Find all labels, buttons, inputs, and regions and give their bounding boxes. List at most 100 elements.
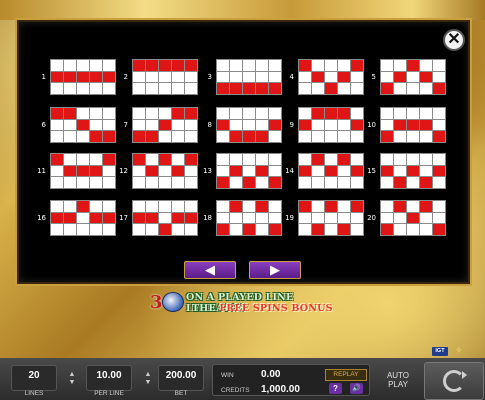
payline-cell <box>269 131 281 142</box>
payline-cell-active <box>159 224 171 235</box>
payline-diagram <box>216 200 282 236</box>
payline-cell-active <box>312 154 324 165</box>
payline-cell <box>256 177 268 188</box>
prev-page-button[interactable]: ◀ <box>184 261 236 279</box>
payline-cell <box>394 165 406 177</box>
payline-cell <box>133 108 145 119</box>
payline-cell <box>90 154 102 165</box>
payline-cell <box>77 224 89 235</box>
payline-cell-active <box>90 131 102 142</box>
payline-cell <box>433 201 445 212</box>
close-button[interactable]: ✕ <box>443 29 465 51</box>
per-line-display: 10.00 <box>86 365 132 391</box>
lines-stepper[interactable]: ▲ ▼ <box>67 371 77 389</box>
payline-cell <box>256 108 268 119</box>
speaker-icon[interactable]: ✧ <box>455 345 469 356</box>
payline-cell <box>51 165 63 177</box>
bonus-text-line2: THE FREE SPINS BONUS <box>192 303 333 314</box>
payline-cell-active <box>146 131 158 142</box>
payline-cell <box>77 154 89 165</box>
payline-cell <box>325 154 337 165</box>
payline-cell <box>381 108 393 119</box>
payline-cell-active <box>230 131 242 142</box>
payline-cell <box>394 224 406 235</box>
payline-cell <box>185 71 197 83</box>
payline-cell <box>312 119 324 131</box>
payline-cell <box>325 131 337 142</box>
payline-cell-active <box>51 71 63 83</box>
payline-cell-active <box>351 60 363 71</box>
payline-cell <box>338 60 350 71</box>
payline-number: 13 <box>203 167 212 175</box>
payline-cell <box>77 108 89 119</box>
payline-cell <box>269 154 281 165</box>
payline-cell <box>312 131 324 142</box>
payline-diagram <box>380 107 446 143</box>
payline-cell <box>133 71 145 83</box>
payline-cell-active <box>64 165 76 177</box>
payline-cell <box>159 71 171 83</box>
payline-cell <box>407 131 419 142</box>
payline-cell-active <box>325 83 337 94</box>
payline-diagram <box>216 153 282 189</box>
payline-number: 5 <box>371 73 376 81</box>
payline-cell <box>146 71 158 83</box>
autoplay-button[interactable]: AUTO PLAY <box>376 364 420 396</box>
chevron-up-icon[interactable]: ▲ <box>67 371 77 379</box>
payline-cell <box>217 71 229 83</box>
payline-cell <box>230 212 242 224</box>
payline-cell-active <box>325 165 337 177</box>
bonus-banner: 3 ON A PLAYED LINE INITIATES THE FREE SP… <box>150 290 340 316</box>
per-line-stepper[interactable]: ▲ ▼ <box>143 371 153 389</box>
payline-cell <box>338 131 350 142</box>
payline-cell <box>217 108 229 119</box>
payline-cell <box>77 60 89 71</box>
payline-cell <box>325 177 337 188</box>
payline-number: 9 <box>289 121 294 129</box>
chevron-down-icon[interactable]: ▼ <box>67 379 77 387</box>
payline-cell <box>351 108 363 119</box>
payline-cell <box>243 108 255 119</box>
chevron-down-icon[interactable]: ▼ <box>143 379 153 387</box>
payline-cell-active <box>420 119 432 131</box>
spin-button[interactable] <box>424 362 484 400</box>
payline-cell-active <box>407 119 419 131</box>
payline-cell <box>230 154 242 165</box>
payline-cell <box>420 131 432 142</box>
payline-cell <box>159 212 171 224</box>
payline-cell <box>325 119 337 131</box>
payline-number: 17 <box>119 214 128 222</box>
payline-cell <box>172 131 184 142</box>
payline-number: 14 <box>285 167 294 175</box>
payline-cell-active <box>407 165 419 177</box>
payline-cell <box>172 201 184 212</box>
payline-cell <box>407 177 419 188</box>
payline-cell <box>256 224 268 235</box>
payline-cell <box>133 119 145 131</box>
chevron-up-icon[interactable]: ▲ <box>143 371 153 379</box>
payline-cell-active <box>394 71 406 83</box>
payline-cell <box>338 165 350 177</box>
payline-diagram <box>298 153 364 189</box>
payline-cell-active <box>217 177 229 188</box>
per-line-label: PER LINE <box>94 390 124 397</box>
payline-cell <box>299 212 311 224</box>
sound-button[interactable]: 🔊 <box>350 383 363 394</box>
payline-cell <box>185 165 197 177</box>
payline-cell-active <box>433 165 445 177</box>
payline-cell-active <box>299 201 311 212</box>
payline-cell <box>325 224 337 235</box>
next-page-button[interactable]: ▶ <box>249 261 301 279</box>
payline-cell-active <box>90 165 102 177</box>
payline-cell <box>146 154 158 165</box>
payline-cell-active <box>230 201 242 212</box>
help-button[interactable]: ? <box>329 383 342 394</box>
payline-cell <box>433 71 445 83</box>
igt-logo: IGT <box>432 347 448 356</box>
payline-cell-active <box>433 83 445 94</box>
payline-cell <box>77 177 89 188</box>
payline-cell <box>243 154 255 165</box>
payline-number: 11 <box>37 167 46 175</box>
payline-cell-active <box>420 201 432 212</box>
replay-button[interactable]: REPLAY <box>325 369 367 381</box>
